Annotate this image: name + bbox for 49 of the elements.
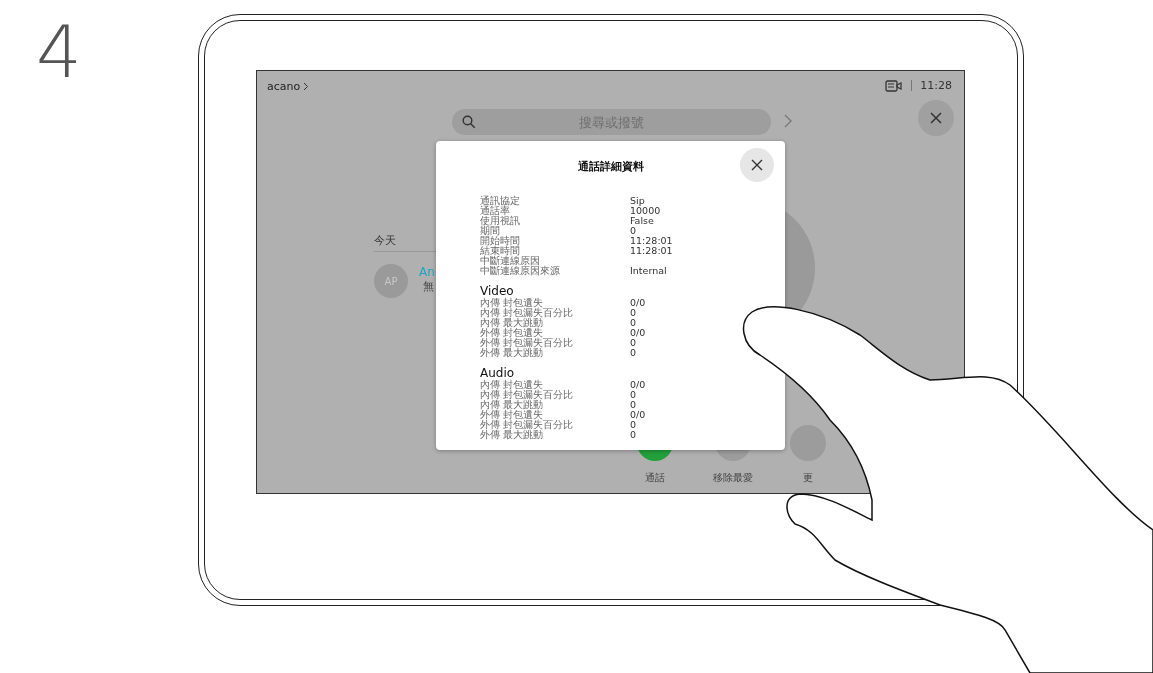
- detail-label: 結束時間: [480, 246, 521, 256]
- detail-label: 內傳 最大跳動: [480, 318, 544, 328]
- detail-value: Sip: [630, 196, 645, 206]
- detail-value: 0/0: [630, 328, 647, 338]
- detail-label: 外傳 封包遺失: [480, 328, 545, 338]
- detail-value: 0/0: [630, 380, 647, 390]
- brand-label[interactable]: acano: [267, 80, 301, 93]
- detail-label: 內傳 封包漏失百分比: [480, 308, 575, 318]
- detail-label: 外傳 封包遺失: [480, 410, 545, 420]
- detail-value: 0: [630, 430, 638, 440]
- section-heading: Video: [480, 285, 515, 298]
- detail-label: 外傳 封包漏失百分比: [480, 420, 575, 430]
- dialog-title: 通話詳細資料: [576, 159, 645, 174]
- detail-label: 外傳 最大跳動: [480, 348, 544, 358]
- detail-label: 內傳 最大跳動: [480, 400, 544, 410]
- detail-label: 內傳 封包漏失百分比: [480, 390, 575, 400]
- detail-value: 0: [630, 338, 638, 348]
- detail-label: 外傳 封包漏失百分比: [480, 338, 575, 348]
- action-label: 移除最愛: [713, 471, 753, 485]
- detail-value: 11:28:01: [630, 236, 674, 246]
- detail-value: 0: [630, 308, 638, 318]
- detail-label: 期間: [480, 226, 500, 236]
- detail-value: 0/0: [630, 298, 647, 308]
- section-heading: Audio: [480, 367, 516, 380]
- detail-value: 10000: [630, 206, 662, 216]
- detail-value: 0: [630, 348, 638, 358]
- detail-label: 外傳 最大跳動: [480, 430, 544, 440]
- action-label: 通話: [645, 471, 665, 485]
- detail-label: 通訊協定: [480, 196, 521, 206]
- detail-label: 通話率: [480, 206, 510, 216]
- detail-value: 0: [630, 226, 638, 236]
- detail-value: 0/0: [630, 410, 647, 420]
- detail-value: 0: [630, 400, 638, 410]
- detail-value: 11:28:01: [630, 246, 674, 256]
- action-label: 更: [803, 471, 813, 485]
- detail-label: 內傳 封包遺失: [480, 380, 545, 390]
- contact-detail: 無: [423, 279, 434, 294]
- detail-label: 中斷連線原因來源: [480, 266, 561, 276]
- detail-value: 0: [630, 390, 638, 400]
- detail-value: 0: [630, 318, 638, 328]
- detail-label: 中斷連線原因: [480, 256, 541, 266]
- detail-value: False: [630, 216, 655, 226]
- detail-label: 內傳 封包遺失: [480, 298, 545, 308]
- detail-value: 0: [630, 420, 638, 430]
- detail-label: 開始時間: [480, 236, 521, 246]
- clock: 11:28: [920, 79, 952, 92]
- step-number: 4: [36, 10, 82, 94]
- detail-label: 使用視訊: [480, 216, 521, 226]
- detail-value: Internal: [630, 266, 668, 276]
